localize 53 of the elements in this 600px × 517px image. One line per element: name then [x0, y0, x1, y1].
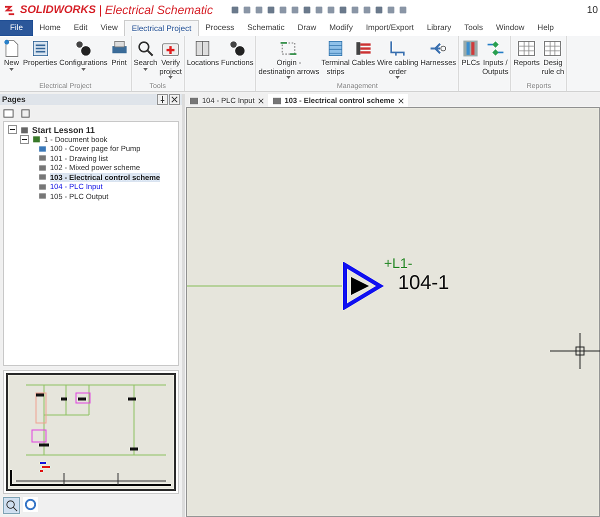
- close-icon[interactable]: [398, 98, 404, 104]
- app-title: Electrical Schematic: [104, 3, 213, 17]
- panel-title: Pages: [2, 95, 27, 104]
- wire-icon: [388, 39, 408, 58]
- brand-name: SOLIDWORKS: [20, 4, 96, 16]
- caret-icon: [80, 68, 86, 70]
- caret-icon: [142, 68, 148, 70]
- menu-tab[interactable]: Process: [198, 20, 241, 36]
- pin-icon[interactable]: [157, 94, 168, 106]
- menu-tab[interactable]: Home: [32, 20, 68, 36]
- page-icon: [272, 96, 282, 104]
- menu-tab[interactable]: Tools: [458, 20, 490, 36]
- table-icon: [543, 39, 562, 58]
- close-icon[interactable]: [169, 94, 180, 106]
- title-text: 10: [586, 4, 599, 16]
- menu-tab[interactable]: Modify: [322, 20, 360, 36]
- table-icon: [517, 39, 536, 58]
- menu-tab[interactable]: Import/Export: [359, 20, 420, 36]
- title-separator: |: [98, 3, 102, 17]
- menu-tab[interactable]: Electrical Project: [124, 20, 199, 36]
- caret-icon: [168, 76, 174, 79]
- crosshair-cursor-icon: [550, 333, 600, 369]
- arrow-label: 104-1: [398, 272, 450, 295]
- collapse-toggle[interactable]: [8, 125, 17, 134]
- menu-tab[interactable]: Schematic: [240, 20, 292, 36]
- io-icon: [486, 39, 505, 58]
- menu-tab[interactable]: Edit: [67, 20, 94, 36]
- close-icon[interactable]: [258, 98, 264, 104]
- refresh-icon[interactable]: [23, 497, 38, 512]
- frame-icon[interactable]: [20, 108, 31, 119]
- origin-arrow-icon: [342, 262, 384, 310]
- cable-icon: [354, 39, 373, 58]
- menu-tab[interactable]: Library: [420, 20, 458, 36]
- cover-page-icon: [38, 144, 47, 152]
- caret-icon: [286, 76, 292, 79]
- menu-tab[interactable]: Help: [530, 20, 560, 36]
- menu-tab[interactable]: Window: [489, 20, 531, 36]
- caret-icon: [9, 68, 14, 70]
- menu-tab[interactable]: View: [94, 20, 124, 36]
- arrows-icon: [279, 39, 298, 58]
- caret-icon: [395, 76, 400, 79]
- book-icon: [32, 135, 41, 143]
- plc-icon: [461, 39, 480, 58]
- page-icon[interactable]: [3, 108, 14, 119]
- wire-label: +L1-: [384, 255, 412, 271]
- logo-icon: [4, 4, 17, 16]
- project-icon: [20, 126, 29, 134]
- tree-item[interactable]: Start Lesson 11: [32, 124, 95, 134]
- menu-tab[interactable]: File: [0, 20, 33, 36]
- page-icon: [189, 96, 199, 104]
- menu-tab[interactable]: Draw: [291, 20, 323, 36]
- collapse-toggle[interactable]: [20, 134, 29, 144]
- list-icon: [30, 39, 50, 58]
